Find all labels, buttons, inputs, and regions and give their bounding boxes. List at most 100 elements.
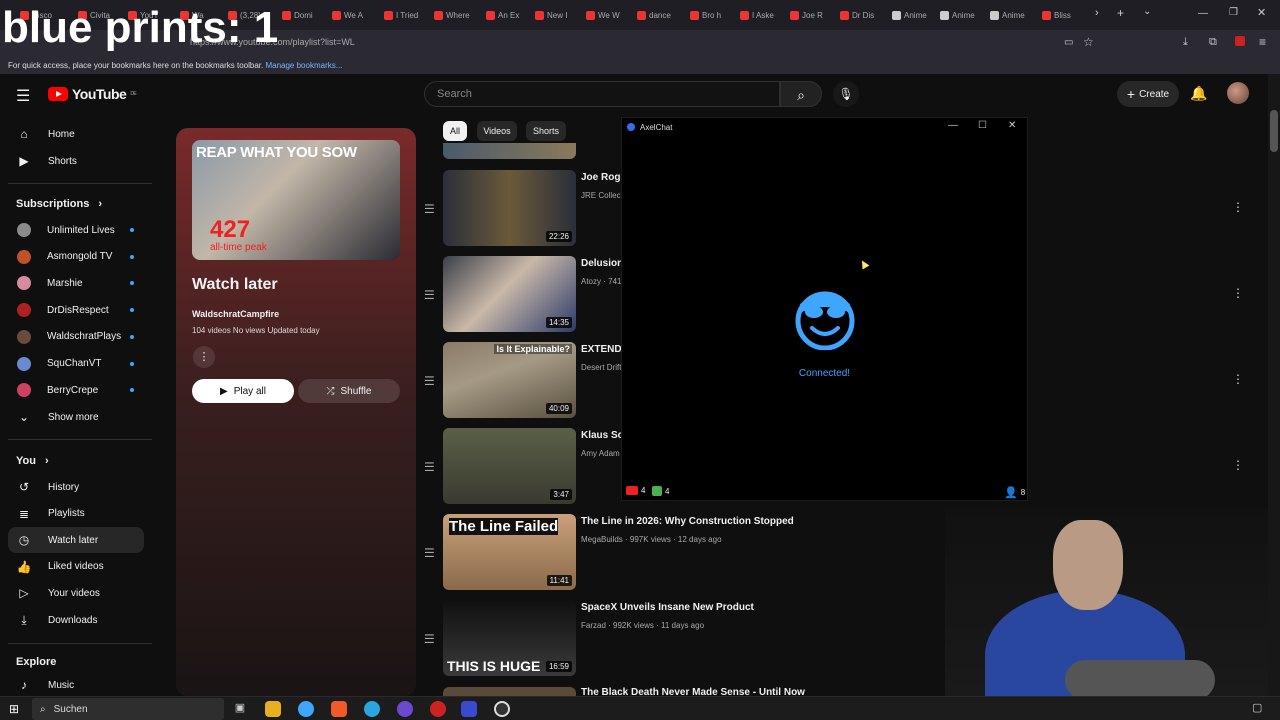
browser-tab[interactable]: Bliss — [1042, 6, 1090, 24]
scrollbar-thumb[interactable] — [1270, 110, 1278, 152]
drag-handle-icon[interactable]: ☰ — [424, 202, 435, 216]
recording-app-icon[interactable] — [430, 701, 446, 717]
brave-icon[interactable] — [331, 701, 347, 717]
sidebar-item-history[interactable]: ↺ History — [8, 474, 144, 500]
video-menu-icon[interactable]: ⋮ — [1232, 200, 1244, 214]
sidebar-item-shorts[interactable]: ▶ Shorts — [8, 148, 144, 174]
video-title[interactable]: The Line in 2026: Why Construction Stopp… — [581, 516, 794, 527]
browser-tab[interactable]: Where — [434, 6, 482, 24]
drag-handle-icon[interactable]: ☰ — [424, 374, 435, 388]
taskbar-search[interactable]: ⌕ Suchen — [32, 698, 224, 720]
browser-tab[interactable]: An Ex — [486, 6, 534, 24]
menu-icon[interactable]: ≡ — [1259, 35, 1266, 49]
video-menu-icon[interactable]: ⋮ — [1232, 372, 1244, 386]
video-thumbnail[interactable]: 14:35 — [443, 256, 576, 332]
app-icon-1[interactable] — [298, 701, 314, 717]
video-thumbnail[interactable]: 3:47 — [443, 428, 576, 504]
browser-tab[interactable]: We W — [586, 6, 634, 24]
browser-tab[interactable]: New I — [535, 6, 583, 24]
browser-tab[interactable]: Domi — [282, 6, 330, 24]
create-button[interactable]: + Create — [1117, 81, 1179, 107]
chip-all[interactable]: All — [443, 121, 467, 141]
playlist-owner[interactable]: WaldschratCampfire — [192, 309, 279, 319]
axel-minimize-icon[interactable]: — — [948, 120, 958, 131]
search-button[interactable]: ⌕ — [780, 81, 822, 107]
sidebar-item-playlists[interactable]: ≣ Playlists — [8, 501, 144, 527]
obs-icon[interactable] — [494, 701, 510, 717]
browser-tab[interactable]: Bro h — [690, 6, 738, 24]
subscriptions-heading[interactable]: Subscriptions › — [16, 198, 102, 210]
axel-close-icon[interactable]: ✕ — [1008, 120, 1016, 131]
youtube-logo[interactable]: YouTube DE — [48, 86, 137, 102]
axelchat-titlebar[interactable]: AxelChat — [622, 118, 1027, 136]
browser-tab[interactable]: Dr Dis — [840, 6, 888, 24]
subscription-item[interactable]: Marshie — [8, 270, 144, 296]
browser-tab[interactable]: We A — [332, 6, 380, 24]
browser-tab[interactable]: Joe R — [790, 6, 838, 24]
hamburger-menu-icon[interactable]: ☰ — [16, 86, 30, 106]
axel-maximize-icon[interactable]: ☐ — [978, 120, 987, 131]
video-title[interactable]: SpaceX Unveils Insane New Product — [581, 602, 754, 613]
maximize-icon[interactable]: ❐ — [1229, 7, 1238, 18]
voice-search-button[interactable]: 🎙 — [833, 81, 859, 107]
manage-bookmarks-link[interactable]: Manage bookmarks... — [265, 61, 342, 70]
new-tab-icon[interactable]: + — [1117, 6, 1124, 20]
download-icon[interactable]: ⤓ — [1183, 36, 1188, 49]
video-thumbnail[interactable]: Is It Explainable? 40:09 — [443, 342, 576, 418]
subscription-item[interactable]: BerryCrepe — [8, 377, 144, 403]
subscription-item[interactable]: WaldschratPlays — [8, 324, 144, 350]
drag-handle-icon[interactable]: ☰ — [424, 546, 435, 560]
search-input[interactable]: Search — [424, 81, 780, 107]
notification-center-icon[interactable]: ▢ — [1252, 701, 1262, 714]
chip-videos[interactable]: Videos — [477, 121, 517, 141]
minimize-icon[interactable]: — — [1198, 8, 1208, 19]
subscription-item[interactable]: DrDisRespect — [8, 297, 144, 323]
sidebar-item-show-more[interactable]: ⌄ Show more — [8, 404, 144, 430]
bookmark-star-icon[interactable]: ☆ — [1083, 35, 1094, 49]
video-thumbnail[interactable]: THIS IS HUGE 16:59 — [443, 600, 576, 676]
tab-list-icon[interactable]: ⌄ — [1143, 6, 1151, 17]
telegram-icon[interactable] — [364, 701, 380, 717]
drag-handle-icon[interactable]: ☰ — [424, 632, 435, 646]
file-explorer-icon[interactable] — [265, 701, 281, 717]
sidebar-item-liked-videos[interactable]: 👍 Liked videos — [8, 554, 144, 580]
windows-start-icon[interactable]: ⊞ — [9, 702, 19, 716]
subscription-item[interactable]: Unlimited Lives — [8, 217, 144, 243]
partial-video-thumbnail-bottom[interactable] — [443, 687, 576, 696]
sidebar-item-home[interactable]: ⌂ Home — [8, 121, 144, 147]
sidebar-item-music[interactable]: ♪ Music — [8, 672, 144, 698]
browser-tab[interactable]: Anime — [892, 6, 940, 24]
axelchat-taskbar-icon[interactable] — [461, 701, 477, 717]
you-heading[interactable]: You › — [16, 455, 49, 467]
video-title[interactable]: Klaus Sc — [581, 430, 623, 441]
more-options-icon[interactable]: ⋮ — [193, 346, 215, 368]
playlist-thumbnail[interactable]: REAP WHAT YOU SOW 427 all-time peak — [192, 140, 400, 260]
browser-tab[interactable]: I Aske — [740, 6, 788, 24]
axelchat-window[interactable]: AxelChat — ☐ ✕ Connected! 4 4 👤 8 — [621, 117, 1028, 501]
browser-tab[interactable]: I Tried — [384, 6, 432, 24]
video-title[interactable]: EXTEND — [581, 344, 622, 355]
video-thumbnail[interactable]: 22:26 — [443, 170, 576, 246]
close-window-icon[interactable]: ✕ — [1257, 6, 1266, 19]
discord-icon[interactable] — [397, 701, 413, 717]
page-scrollbar[interactable] — [1268, 74, 1280, 696]
sidebar-item-your-videos[interactable]: ▷ Your videos — [8, 580, 144, 606]
shuffle-button[interactable]: ⤮ Shuffle — [298, 379, 400, 403]
partial-video-thumbnail[interactable] — [443, 143, 576, 159]
subscription-item[interactable]: Asmongold TV — [8, 244, 144, 270]
sidebar-item-watch-later[interactable]: ◷ Watch later — [8, 527, 144, 554]
sidebar-item-downloads[interactable]: ⤓ Downloads — [8, 607, 144, 633]
reader-view-icon[interactable]: ▭ — [1064, 37, 1073, 48]
browser-tab[interactable]: dance — [637, 6, 685, 24]
chip-shorts[interactable]: Shorts — [526, 121, 566, 141]
subscription-item[interactable]: SquChanVT — [8, 351, 144, 377]
extensions-icon[interactable]: ⧉ — [1209, 36, 1217, 49]
drag-handle-icon[interactable]: ☰ — [424, 460, 435, 474]
tab-scroll-right-icon[interactable]: › — [1095, 7, 1099, 19]
notifications-bell-icon[interactable]: 🔔 — [1190, 85, 1207, 102]
video-title[interactable]: Delusion — [581, 258, 623, 269]
video-title[interactable]: Joe Rog — [581, 172, 620, 183]
task-view-icon[interactable]: ▣ — [232, 701, 248, 717]
drag-handle-icon[interactable]: ☰ — [424, 288, 435, 302]
browser-tab[interactable]: Anime — [990, 6, 1038, 24]
